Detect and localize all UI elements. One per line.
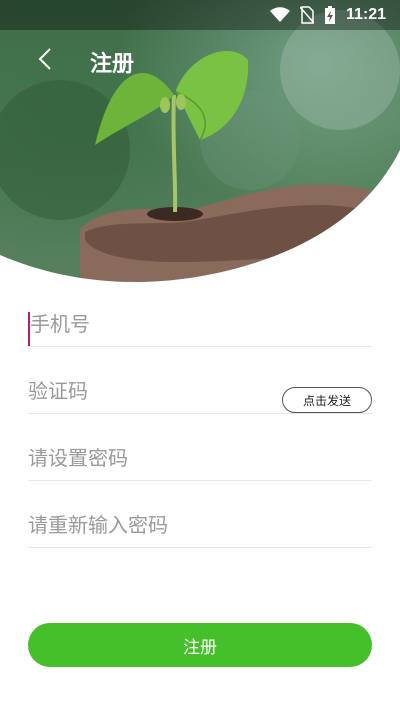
status-time: 11:21: [345, 6, 386, 23]
wifi-icon: [269, 7, 290, 23]
confirm-password-input[interactable]: [28, 513, 372, 547]
back-button[interactable]: [30, 46, 60, 76]
status-bar: 11:21: [0, 0, 400, 30]
header-photo: 11:21 注册: [0, 0, 400, 300]
phone-field-row: [28, 300, 372, 347]
title-bar: 注册: [0, 36, 400, 86]
page-title: 注册: [90, 52, 135, 77]
password-input[interactable]: [28, 446, 372, 480]
send-code-button[interactable]: 点击发送: [282, 387, 372, 413]
register-form: 点击发送: [28, 300, 372, 568]
battery-charging-icon: [324, 5, 336, 25]
register-button[interactable]: 注册: [28, 623, 372, 667]
no-sim-icon: [299, 6, 314, 24]
chevron-left-icon: [38, 47, 52, 75]
confirm-password-field-row: [28, 501, 372, 548]
phone-input[interactable]: [28, 312, 372, 346]
code-field-row: 点击发送: [28, 367, 372, 414]
password-field-row: [28, 434, 372, 481]
